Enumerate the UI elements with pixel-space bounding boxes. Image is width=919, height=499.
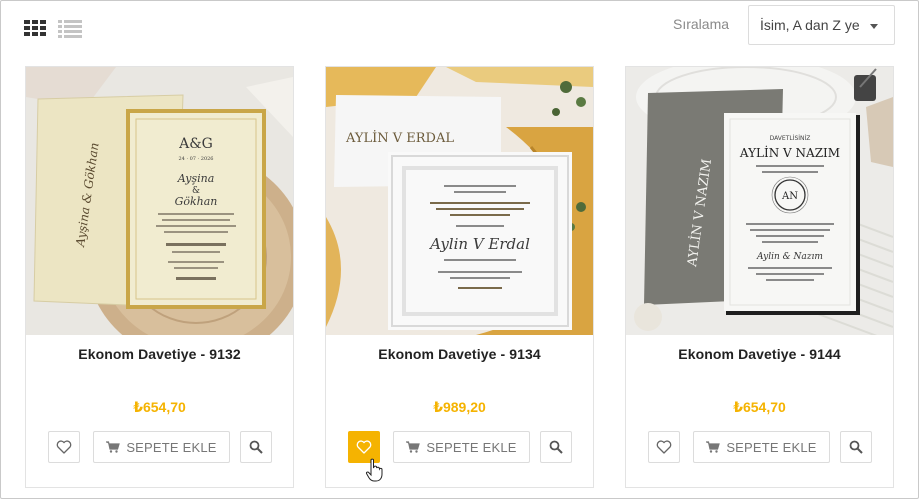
search-icon bbox=[849, 440, 863, 454]
product-image[interactable]: AYLİN V NAZIM DAVETLİSİNİZ AYLİN V NAZIM… bbox=[626, 67, 893, 335]
invitation-photo-9144: AYLİN V NAZIM DAVETLİSİNİZ AYLİN V NAZIM… bbox=[626, 67, 893, 335]
invitation-photo-9132: Ayşina & Gökhan A&G 24 · 07 · 2026 Ayşin… bbox=[26, 67, 293, 335]
heart-icon bbox=[656, 440, 672, 454]
sort-label: Sıralama bbox=[673, 16, 730, 32]
product-price: ₺654,70 bbox=[733, 399, 786, 415]
wishlist-button[interactable] bbox=[648, 431, 680, 463]
add-to-cart-button[interactable]: SEPETE EKLE bbox=[693, 431, 830, 463]
add-to-cart-button[interactable]: SEPETE EKLE bbox=[93, 431, 230, 463]
svg-text:DAVETLİSİNİZ: DAVETLİSİNİZ bbox=[770, 135, 811, 142]
search-icon bbox=[249, 440, 263, 454]
add-to-cart-label: SEPETE EKLE bbox=[426, 439, 517, 455]
svg-text:24 · 07 · 2026: 24 · 07 · 2026 bbox=[179, 156, 214, 162]
cart-icon bbox=[706, 441, 721, 453]
quick-view-button[interactable] bbox=[540, 431, 572, 463]
search-icon bbox=[549, 440, 563, 454]
sort-selected-value: İsim, A dan Z ye bbox=[760, 17, 860, 33]
svg-text:AN: AN bbox=[781, 191, 798, 202]
product-image[interactable]: AYLİN V ERDAL Aylin V Erdal bbox=[326, 67, 593, 335]
wishlist-button[interactable] bbox=[48, 431, 80, 463]
quick-view-button[interactable] bbox=[240, 431, 272, 463]
svg-text:AYLİN V ERDAL: AYLİN V ERDAL bbox=[345, 129, 454, 146]
sort-dropdown[interactable]: İsim, A dan Z ye bbox=[748, 5, 895, 45]
add-to-cart-label: SEPETE EKLE bbox=[126, 439, 217, 455]
hand-pointer-cursor-icon bbox=[365, 458, 383, 482]
svg-text:Ayşina: Ayşina bbox=[177, 172, 215, 185]
heart-icon bbox=[356, 440, 372, 454]
svg-text:AYLİN V NAZIM: AYLİN V NAZIM bbox=[739, 145, 840, 160]
product-card: AYLİN V ERDAL Aylin V Erdal Ekonom Davet… bbox=[325, 66, 594, 488]
product-card: Ayşina & Gökhan A&G 24 · 07 · 2026 Ayşin… bbox=[25, 66, 294, 488]
product-title[interactable]: Ekonom Davetiye - 9134 bbox=[326, 346, 593, 362]
heart-icon bbox=[56, 440, 72, 454]
cart-icon bbox=[106, 441, 121, 453]
svg-text:Aylin & Nazım: Aylin & Nazım bbox=[756, 252, 823, 262]
cart-icon bbox=[406, 441, 421, 453]
product-actions: SEPETE EKLE bbox=[48, 431, 272, 463]
product-price: ₺989,20 bbox=[433, 399, 486, 415]
product-card: AYLİN V NAZIM DAVETLİSİNİZ AYLİN V NAZIM… bbox=[625, 66, 894, 488]
invitation-photo-9134: AYLİN V ERDAL Aylin V Erdal bbox=[326, 67, 593, 335]
add-to-cart-button[interactable]: SEPETE EKLE bbox=[393, 431, 530, 463]
product-image[interactable]: Ayşina & Gökhan A&G 24 · 07 · 2026 Ayşin… bbox=[26, 67, 293, 335]
svg-text:A&G: A&G bbox=[178, 136, 213, 152]
grid-icon[interactable] bbox=[24, 20, 48, 38]
view-toggle bbox=[24, 20, 82, 38]
add-to-cart-label: SEPETE EKLE bbox=[726, 439, 817, 455]
list-icon[interactable] bbox=[58, 20, 82, 38]
product-title[interactable]: Ekonom Davetiye - 9132 bbox=[26, 346, 293, 362]
quick-view-button[interactable] bbox=[840, 431, 872, 463]
svg-text:Aylin V Erdal: Aylin V Erdal bbox=[428, 235, 530, 253]
chevron-down-icon bbox=[870, 24, 878, 29]
product-price: ₺654,70 bbox=[133, 399, 186, 415]
product-title[interactable]: Ekonom Davetiye - 9144 bbox=[626, 346, 893, 362]
product-actions: SEPETE EKLE bbox=[648, 431, 872, 463]
svg-text:Gökhan: Gökhan bbox=[175, 195, 218, 208]
